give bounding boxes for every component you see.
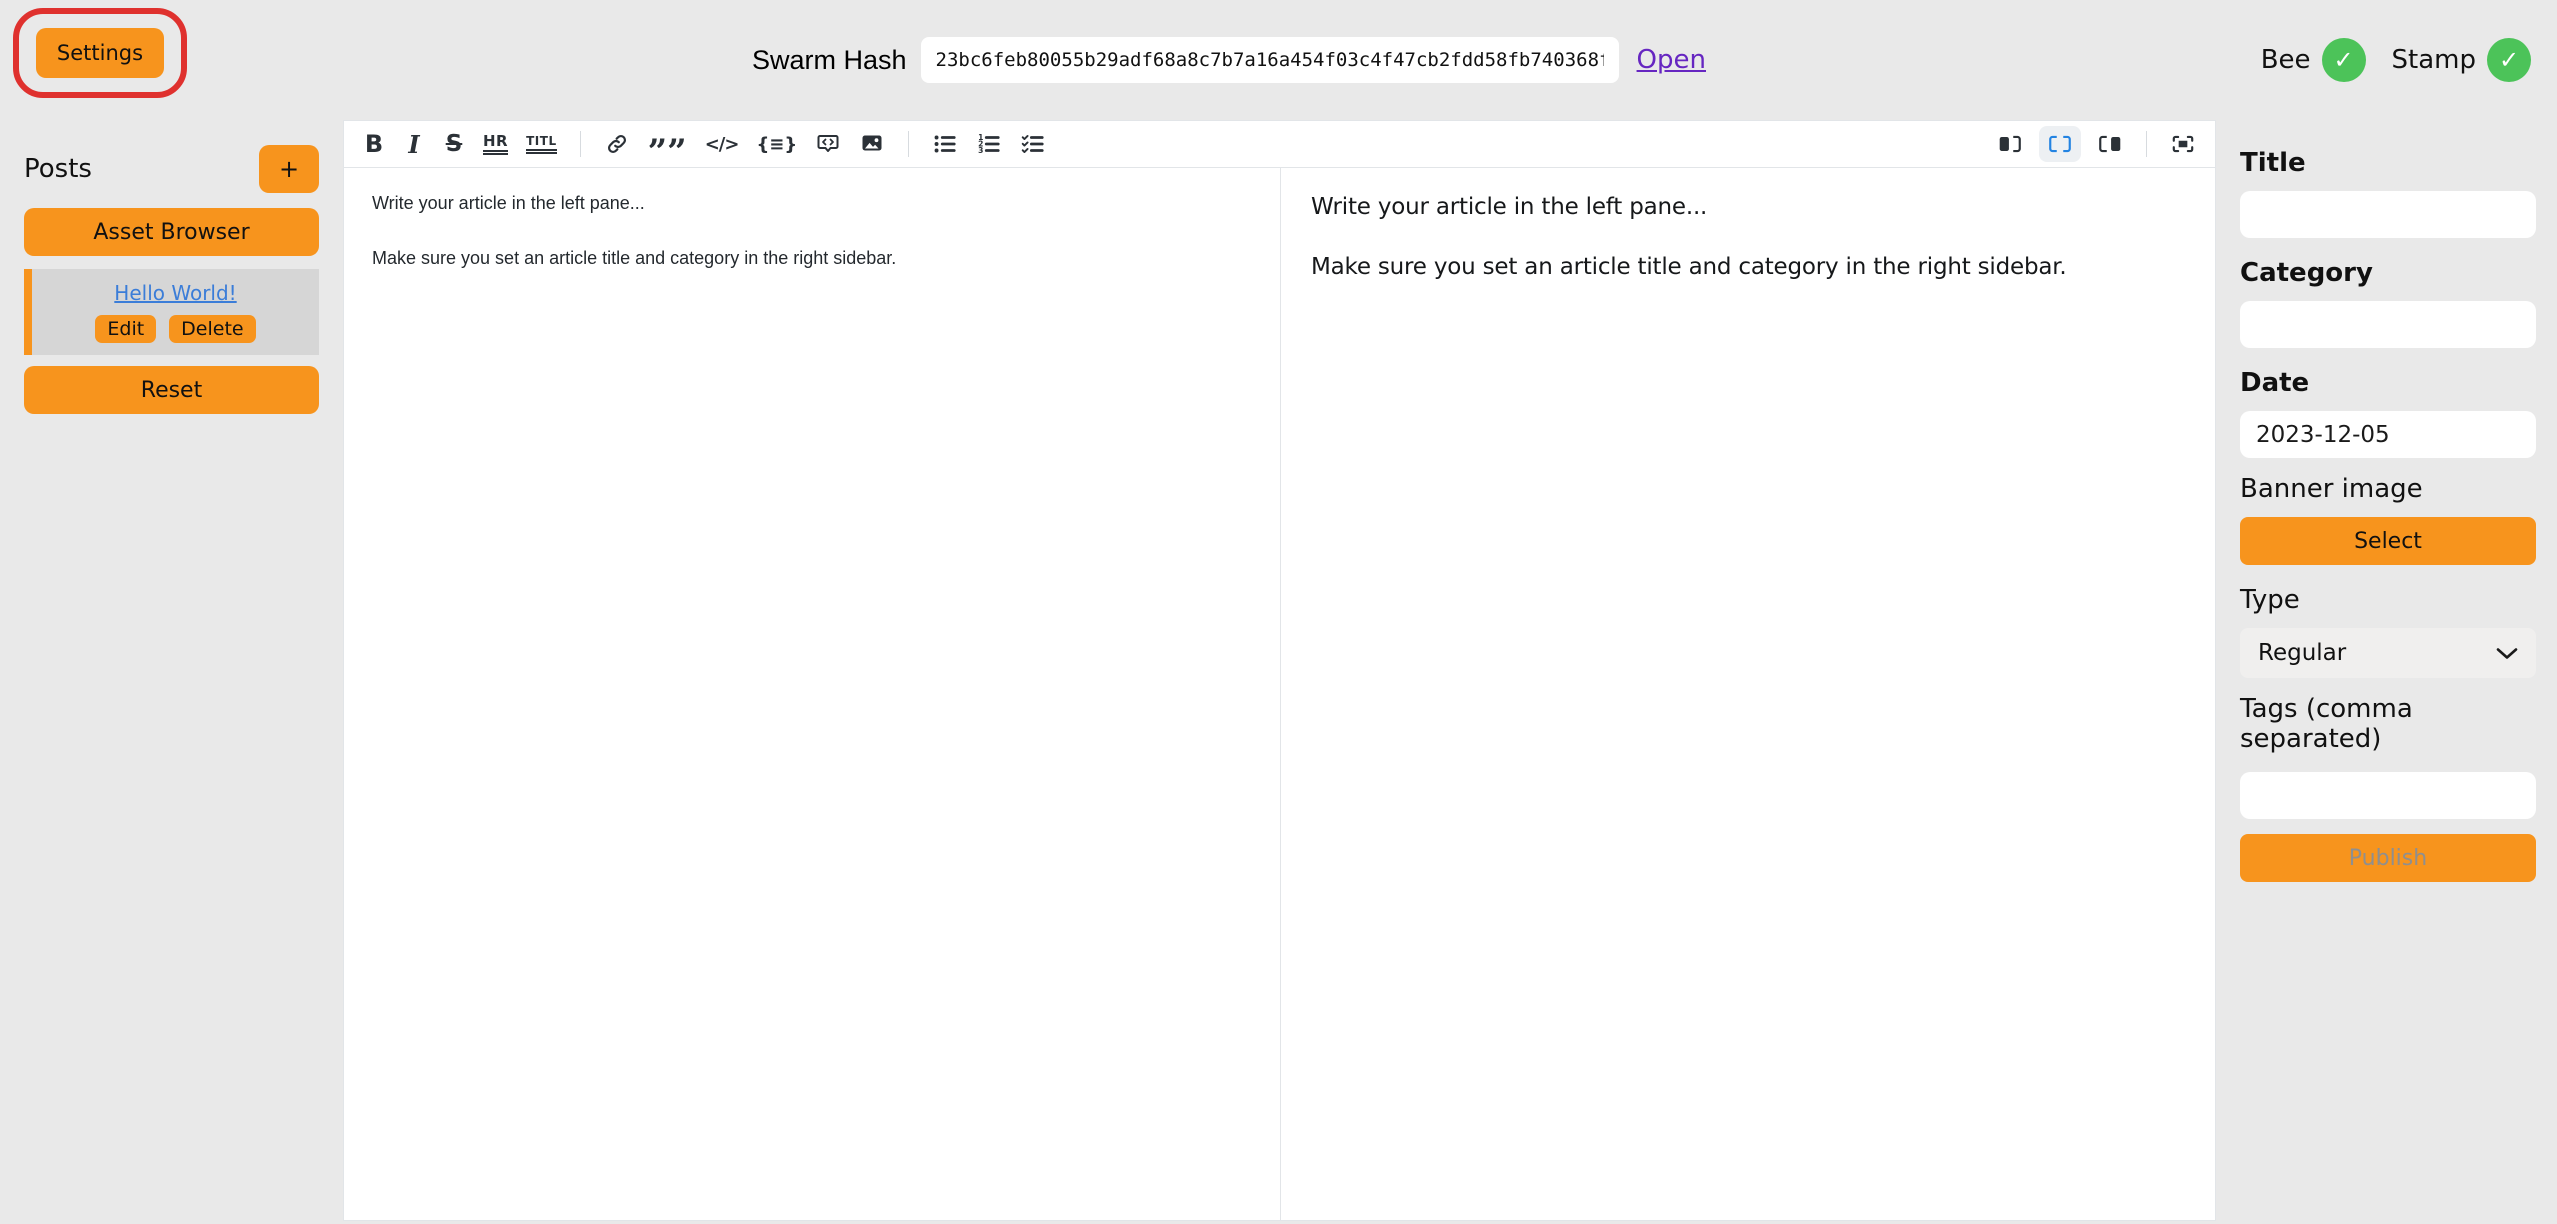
editor-toolbar: B I S HR TITL ”” xyxy=(344,121,2215,168)
swarm-hash-bar: Swarm Hash Open xyxy=(752,37,1706,83)
bullet-list-icon xyxy=(932,133,958,155)
formatting-tools: B I S HR TITL ”” xyxy=(361,126,1048,162)
fullscreen-icon xyxy=(2170,133,2196,155)
split-view-button[interactable] xyxy=(2039,126,2081,162)
preview-only-view-button[interactable] xyxy=(2095,126,2125,162)
reset-button[interactable]: Reset xyxy=(24,366,319,414)
editor-only-view-icon xyxy=(1997,133,2023,155)
type-label: Type xyxy=(2240,585,2536,615)
image-icon xyxy=(859,132,885,156)
add-post-button[interactable]: + xyxy=(259,145,319,193)
banner-select-button[interactable]: Select xyxy=(2240,517,2536,565)
category-input[interactable] xyxy=(2240,301,2536,348)
type-select-value: Regular xyxy=(2258,640,2346,666)
bullet-list-button[interactable] xyxy=(930,126,960,162)
chevron-down-icon xyxy=(2496,647,2518,660)
blockquote-icon: ”” xyxy=(648,147,687,157)
bee-status-label: Bee xyxy=(2261,45,2311,75)
fullscreen-button[interactable] xyxy=(2168,126,2198,162)
toolbar-divider xyxy=(908,131,909,157)
preview-only-view-icon xyxy=(2097,133,2123,155)
numbered-list-icon: 123 xyxy=(976,133,1002,155)
date-input[interactable] xyxy=(2240,411,2536,458)
task-list-button[interactable] xyxy=(1018,126,1048,162)
italic-icon: I xyxy=(408,130,419,159)
italic-button[interactable]: I xyxy=(401,126,427,162)
delete-post-button[interactable]: Delete xyxy=(169,315,255,343)
bee-status: Bee ✓ xyxy=(2261,38,2366,82)
open-link[interactable]: Open xyxy=(1637,45,1706,75)
stamp-check-icon: ✓ xyxy=(2487,38,2531,82)
tags-label: Tags (comma separated) xyxy=(2240,694,2536,754)
markdown-source-pane[interactable]: Write your article in the left pane... M… xyxy=(344,168,1280,1220)
svg-text:3: 3 xyxy=(978,146,983,155)
markdown-editor: B I S HR TITL ”” xyxy=(343,120,2216,1221)
heading-button[interactable]: TITL xyxy=(524,126,558,162)
toolbar-divider xyxy=(2146,131,2147,157)
strikethrough-button[interactable]: S xyxy=(441,126,467,162)
preview-line: Write your article in the left pane... xyxy=(1311,192,2185,223)
bold-button[interactable]: B xyxy=(361,126,387,162)
title-label: Title xyxy=(2240,148,2536,178)
date-label: Date xyxy=(2240,368,2536,398)
link-icon xyxy=(604,132,630,156)
post-list-item: Hello World! Edit Delete xyxy=(24,269,319,355)
banner-image-label: Banner image xyxy=(2240,474,2536,504)
source-line: Make sure you set an article title and c… xyxy=(372,245,1252,271)
image-button[interactable] xyxy=(857,126,887,162)
source-line: Write your article in the left pane... xyxy=(372,190,1252,216)
settings-annotation-ring: Settings xyxy=(13,8,187,98)
posts-sidebar: Posts + Asset Browser Hello World! Edit … xyxy=(24,145,319,414)
toolbar-divider xyxy=(580,131,581,157)
code-block-icon: {≡} xyxy=(756,134,797,155)
code-block-button[interactable]: {≡} xyxy=(754,126,799,162)
view-tools xyxy=(1995,126,2198,162)
bold-icon: B xyxy=(365,130,383,158)
asset-browser-button[interactable]: Asset Browser xyxy=(24,208,319,256)
post-title-link[interactable]: Hello World! xyxy=(114,281,236,305)
split-view-icon xyxy=(2047,133,2073,155)
type-select[interactable]: Regular xyxy=(2240,628,2536,678)
inline-code-button[interactable]: </> xyxy=(703,126,741,162)
swarm-hash-input[interactable] xyxy=(921,37,1619,83)
stamp-status: Stamp ✓ xyxy=(2392,38,2531,82)
edit-post-button[interactable]: Edit xyxy=(95,315,156,343)
inline-code-icon: </> xyxy=(705,134,739,155)
horizontal-rule-button[interactable]: HR xyxy=(481,126,510,162)
strikethrough-icon: S xyxy=(446,131,463,157)
publish-button[interactable]: Publish xyxy=(2240,834,2536,882)
horizontal-rule-icon: HR xyxy=(483,134,508,155)
preview-pane: Write your article in the left pane... M… xyxy=(1281,168,2215,1220)
numbered-list-button[interactable]: 123 xyxy=(974,126,1004,162)
title-input[interactable] xyxy=(2240,191,2536,238)
category-label: Category xyxy=(2240,258,2536,288)
editor-only-view-button[interactable] xyxy=(1995,126,2025,162)
task-list-icon xyxy=(1020,133,1046,155)
settings-button[interactable]: Settings xyxy=(36,28,164,78)
connection-status: Bee ✓ Stamp ✓ xyxy=(2261,37,2531,83)
posts-heading: Posts xyxy=(24,154,92,184)
swarm-hash-label: Swarm Hash xyxy=(752,45,907,76)
embed-icon xyxy=(815,132,841,156)
bee-check-icon: ✓ xyxy=(2322,38,2366,82)
preview-line: Make sure you set an article title and c… xyxy=(1311,252,2185,283)
link-button[interactable] xyxy=(602,126,632,162)
article-properties-sidebar: Title Category Date Banner image Select … xyxy=(2240,148,2536,882)
stamp-status-label: Stamp xyxy=(2392,45,2476,75)
blockquote-button[interactable]: ”” xyxy=(646,126,689,162)
tags-input[interactable] xyxy=(2240,772,2536,819)
heading-icon: TITL xyxy=(526,135,556,154)
embed-button[interactable] xyxy=(813,126,843,162)
